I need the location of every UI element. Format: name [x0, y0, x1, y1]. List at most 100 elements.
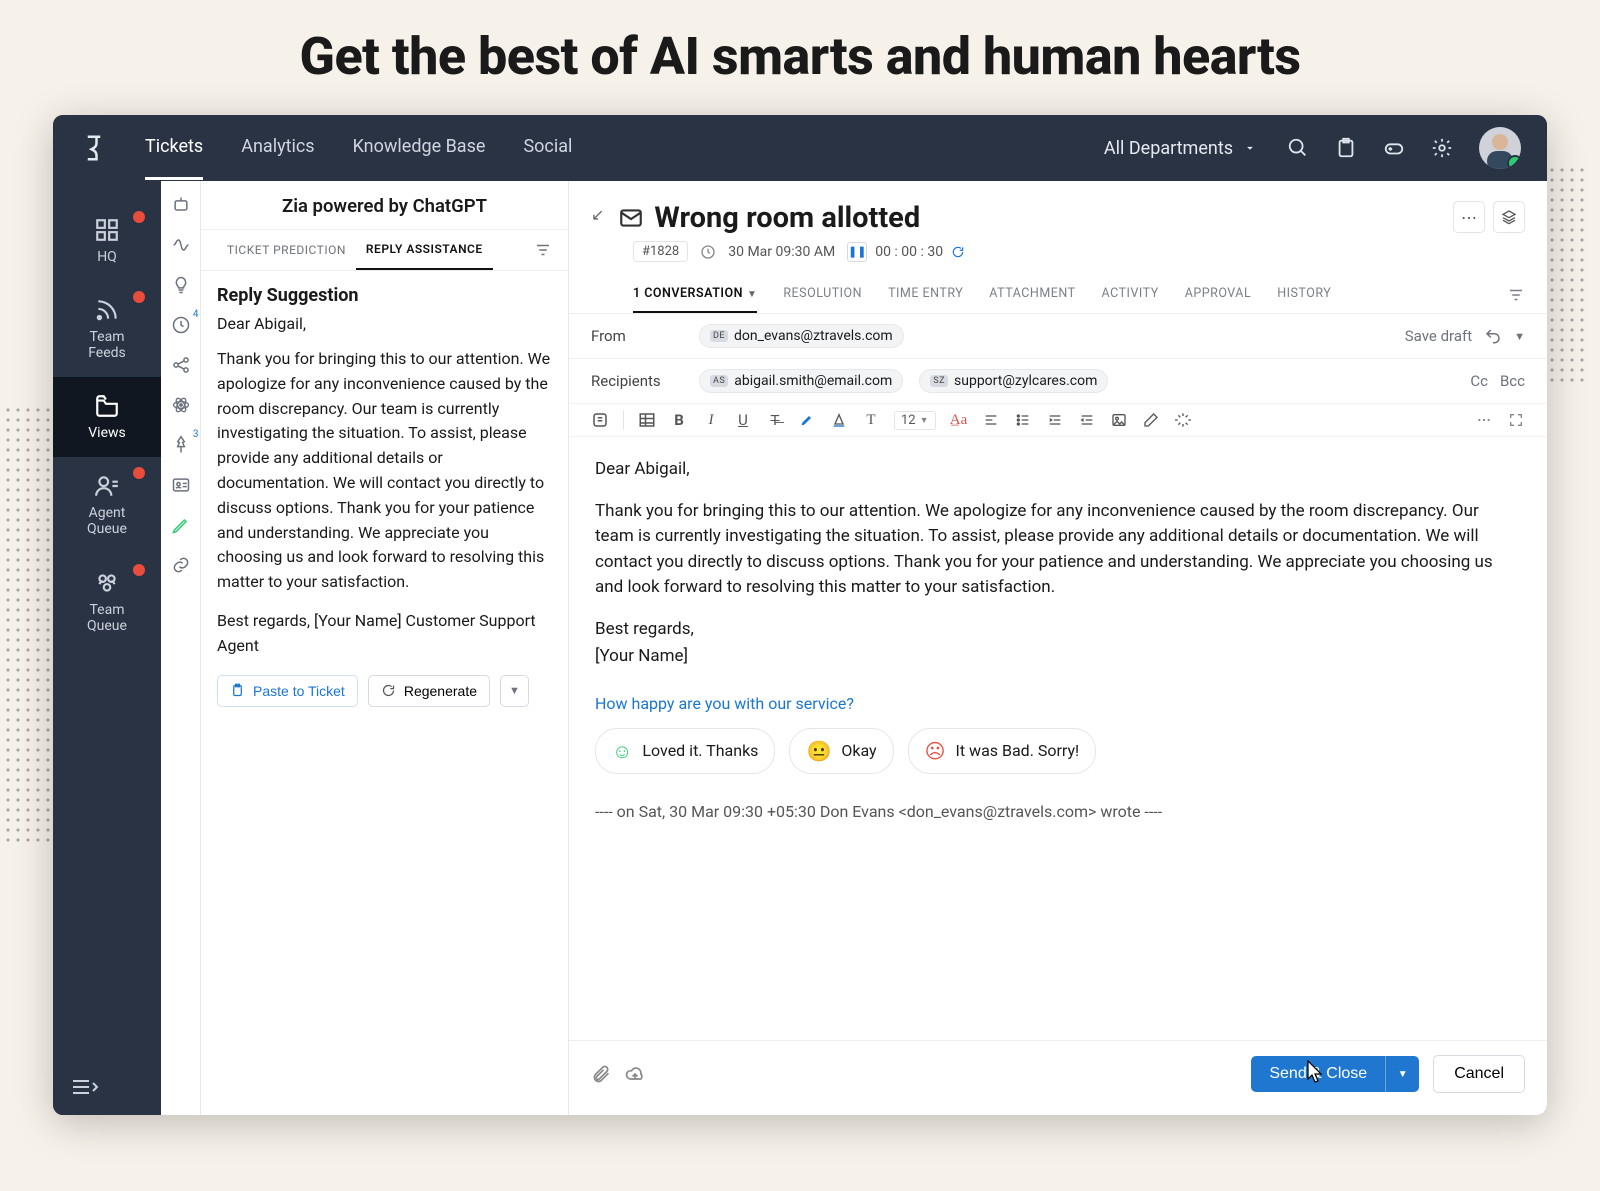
layers-icon: [1501, 209, 1517, 225]
cc-link[interactable]: Cc: [1470, 372, 1488, 390]
regenerate-button[interactable]: Regenerate: [368, 675, 490, 707]
tab-analytics[interactable]: Analytics: [241, 116, 314, 180]
cancel-button[interactable]: Cancel: [1433, 1055, 1525, 1093]
notification-dot-icon: [133, 564, 145, 576]
undo-icon[interactable]: [1484, 327, 1502, 345]
clock-icon[interactable]: 4: [171, 315, 191, 335]
pin-icon[interactable]: 3: [171, 435, 191, 455]
ticket-id-badge: #1828: [633, 241, 688, 262]
reply-suggestion-heading: Reply Suggestion: [217, 285, 552, 306]
survey-option-okay[interactable]: 😐Okay: [789, 728, 893, 774]
bold-button[interactable]: B: [670, 411, 688, 429]
image-icon[interactable]: [1110, 412, 1128, 428]
font-size-select[interactable]: 12▼: [894, 411, 936, 430]
tab-ticket-prediction[interactable]: TICKET PREDICTION: [217, 231, 356, 269]
save-draft-link[interactable]: Save draft: [1405, 327, 1472, 345]
email-editor[interactable]: Dear Abigail, Thank you for bringing thi…: [569, 437, 1547, 1040]
tab-knowledge-base[interactable]: Knowledge Base: [353, 116, 486, 180]
sidebar-item-label: Team Queue: [87, 602, 127, 634]
magic-icon[interactable]: [1174, 412, 1192, 428]
zia-wave-icon[interactable]: [171, 235, 191, 255]
link-icon[interactable]: [171, 555, 191, 575]
department-label: All Departments: [1104, 138, 1233, 159]
gamepad-icon[interactable]: [1383, 137, 1405, 159]
tab-social[interactable]: Social: [523, 116, 572, 180]
bullet-list-icon[interactable]: [1014, 412, 1032, 428]
sidebar-item-label: HQ: [97, 249, 117, 265]
from-chip[interactable]: DEdon_evans@ztravels.com: [699, 324, 904, 348]
clear-format-button[interactable]: T̶: [766, 411, 784, 429]
text-color-button[interactable]: A̲a: [950, 412, 968, 429]
sidebar-item-agent-queue[interactable]: Agent Queue: [53, 457, 161, 553]
chevron-down-icon[interactable]: ▼: [1514, 330, 1525, 343]
table-icon[interactable]: [638, 411, 656, 429]
underline-button[interactable]: U: [734, 411, 752, 429]
recipients-label: Recipients: [591, 372, 683, 390]
ai-assist-icon[interactable]: [591, 411, 609, 429]
folder-icon: [94, 393, 120, 419]
tab-activity[interactable]: ACTIVITY: [1102, 276, 1159, 313]
zia-bot-icon[interactable]: [171, 195, 191, 215]
tab-history[interactable]: HISTORY: [1277, 276, 1331, 313]
filter-icon[interactable]: [534, 241, 552, 259]
id-card-icon[interactable]: [171, 475, 191, 495]
tab-resolution[interactable]: RESOLUTION: [783, 276, 862, 313]
atom-icon[interactable]: [171, 395, 191, 415]
send-options-dropdown[interactable]: ▼: [1385, 1056, 1419, 1092]
tab-reply-assistance[interactable]: REPLY ASSISTANCE: [356, 230, 493, 270]
survey-option-good[interactable]: ☺Loved it. Thanks: [595, 728, 775, 774]
survey-option-bad[interactable]: ☹It was Bad. Sorry!: [908, 728, 1097, 774]
fullscreen-icon[interactable]: [1507, 412, 1525, 428]
suggestion-signoff-text: Best regards, [Your Name] Customer Suppo…: [217, 609, 552, 659]
expand-rail-icon[interactable]: [71, 1077, 99, 1097]
sidebar-item-team-queue[interactable]: Team Queue: [53, 554, 161, 650]
send-close-button[interactable]: Send & Close: [1251, 1056, 1385, 1092]
lightbulb-icon[interactable]: [171, 275, 191, 295]
department-dropdown[interactable]: All Departments: [1104, 138, 1257, 159]
editor-toolbar: B I U T̶ T 12▼ A̲a: [569, 404, 1547, 437]
paste-to-ticket-button[interactable]: Paste to Ticket: [217, 675, 358, 707]
layers-button[interactable]: [1493, 201, 1525, 233]
italic-button[interactable]: I: [702, 412, 720, 429]
initials-badge: AS: [710, 375, 728, 387]
eraser-icon[interactable]: [1142, 412, 1160, 428]
gear-icon[interactable]: [1431, 137, 1453, 159]
clipboard-icon[interactable]: [1335, 137, 1357, 159]
tab-approval[interactable]: APPROVAL: [1185, 276, 1251, 313]
calendar-icon: [700, 244, 716, 260]
recipient-chip[interactable]: ASabigail.smith@email.com: [699, 369, 903, 393]
indent-icon[interactable]: [1046, 412, 1064, 428]
outdent-icon[interactable]: [1078, 412, 1096, 428]
tab-attachment[interactable]: ATTACHMENT: [989, 276, 1075, 313]
align-icon[interactable]: [982, 412, 1000, 428]
timer-pause-button[interactable]: ❚❚: [847, 242, 867, 262]
cloud-upload-icon[interactable]: [625, 1064, 645, 1084]
collapse-icon[interactable]: ↙: [591, 205, 604, 224]
bcc-link[interactable]: Bcc: [1500, 372, 1525, 390]
sidebar-item-team-feeds[interactable]: Team Feeds: [53, 281, 161, 377]
group-icon: [94, 570, 120, 596]
recipient-chip[interactable]: SZsupport@zylcares.com: [919, 369, 1108, 393]
tab-tickets[interactable]: Tickets: [145, 116, 203, 180]
sidebar-item-views[interactable]: Views: [53, 377, 161, 457]
attachment-icon[interactable]: [591, 1064, 611, 1084]
ticket-view: ↙ Wrong room allotted ⋯: [569, 181, 1547, 1115]
pen-icon[interactable]: [171, 515, 191, 535]
timer-refresh-icon[interactable]: [951, 245, 965, 259]
zia-tool-strip: 4 3: [161, 181, 201, 1115]
search-icon[interactable]: [1287, 137, 1309, 159]
tab-time-entry[interactable]: TIME ENTRY: [888, 276, 963, 313]
font-color-icon[interactable]: [830, 412, 848, 428]
user-avatar[interactable]: [1479, 127, 1521, 169]
filter-icon[interactable]: [1507, 286, 1525, 304]
share-icon[interactable]: [171, 355, 191, 375]
tab-conversation[interactable]: 1 CONVERSATION▼: [633, 276, 757, 313]
highlighter-icon[interactable]: [798, 412, 816, 428]
sidebar-item-hq[interactable]: HQ: [53, 201, 161, 281]
font-family-button[interactable]: T: [862, 412, 880, 429]
font-size-value: 12: [901, 413, 916, 428]
refresh-icon: [381, 683, 396, 698]
more-toolbar-icon[interactable]: [1475, 412, 1493, 428]
regenerate-options-dropdown[interactable]: ▼: [500, 675, 529, 707]
more-options-button[interactable]: ⋯: [1453, 201, 1485, 233]
